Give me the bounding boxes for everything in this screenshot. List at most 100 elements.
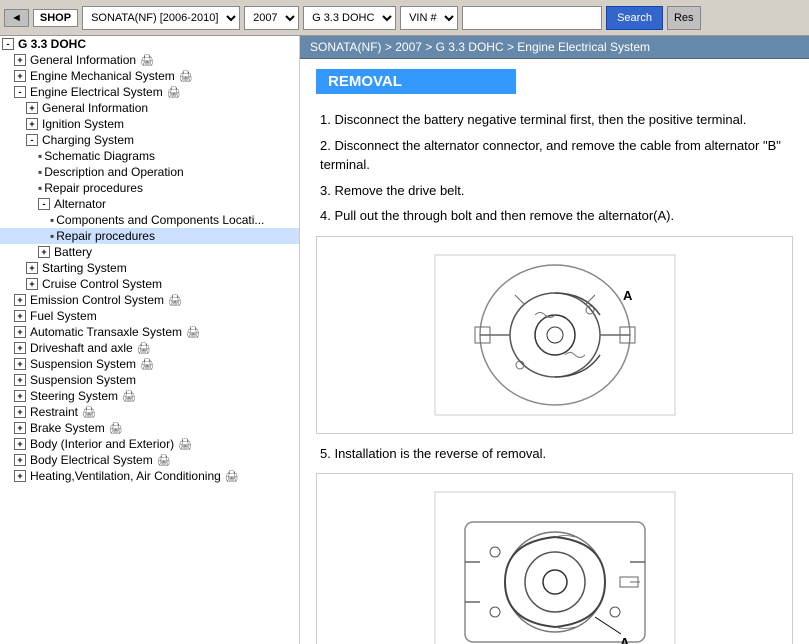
- label-ignition-system: Ignition System: [42, 117, 124, 131]
- printer-icon-suspension1[interactable]: 🖨: [140, 358, 154, 371]
- step-4: 4. Pull out the through bolt and then re…: [316, 206, 793, 226]
- sidebar-item-description-operation[interactable]: ▪Description and Operation: [0, 164, 299, 180]
- sidebar-item-cruise-control[interactable]: + Cruise Control System: [0, 276, 299, 292]
- search-input[interactable]: [462, 6, 602, 30]
- toggle-cruise-control[interactable]: +: [26, 278, 38, 290]
- toggle-starting-system[interactable]: +: [26, 262, 38, 274]
- sidebar-item-emission-control[interactable]: + Emission Control System 🖨: [0, 292, 299, 308]
- sidebar-item-suspension1[interactable]: + Suspension System 🖨: [0, 356, 299, 372]
- sidebar-item-repair-procedures-alt[interactable]: ▪Repair procedures: [0, 228, 299, 244]
- step-2: 2. Disconnect the alternator connector, …: [316, 136, 793, 175]
- toggle-engine-electrical[interactable]: -: [14, 86, 26, 98]
- toggle-suspension2[interactable]: +: [14, 374, 26, 386]
- sidebar-item-suspension2[interactable]: + Suspension System: [0, 372, 299, 388]
- alternator-diagram-1: A: [425, 245, 685, 425]
- toggle-body[interactable]: +: [14, 438, 26, 450]
- toggle-alternator[interactable]: -: [38, 198, 50, 210]
- sidebar-item-body-electrical[interactable]: +Body Electrical System🖨: [0, 452, 299, 468]
- step-3: 3. Remove the drive belt.: [316, 181, 793, 201]
- label-cruise-control: Cruise Control System: [42, 277, 162, 291]
- printer-icon-driveshaft-axle[interactable]: 🖨: [137, 342, 151, 355]
- engine-select[interactable]: G 3.3 DOHC: [303, 6, 396, 30]
- sidebar-item-steering[interactable]: +Steering System🖨: [0, 388, 299, 404]
- label-suspension1: Suspension System: [30, 357, 136, 371]
- diagram-2: A KM046B24: [316, 473, 793, 644]
- content-body: REMOVAL 1. Disconnect the battery negati…: [300, 59, 809, 644]
- printer-icon-brake[interactable]: 🖨: [109, 422, 123, 435]
- toggle-brake[interactable]: +: [14, 422, 26, 434]
- sidebar-item-hvac[interactable]: + Heating,Ventilation, Air Conditioning 🖨: [0, 468, 299, 484]
- toolbar: ◄ SHOP SONATA(NF) [2006-2010] 2007 G 3.3…: [0, 0, 809, 36]
- toggle-driveshaft-axle[interactable]: +: [14, 342, 26, 354]
- year-select[interactable]: 2007: [244, 6, 299, 30]
- label-hvac: Heating,Ventilation, Air Conditioning: [30, 469, 221, 483]
- printer-icon-emission-control[interactable]: 🖨: [168, 294, 182, 307]
- sidebar-item-restraint[interactable]: + Restraint 🖨: [0, 404, 299, 420]
- printer-icon-auto-transaxle[interactable]: 🖨: [186, 326, 200, 339]
- label-repair-procedures-alt: Repair procedures: [56, 229, 155, 243]
- page-icon-components-location: ▪: [50, 213, 54, 227]
- back-button[interactable]: ◄: [4, 9, 29, 27]
- svg-text:A: A: [620, 635, 630, 644]
- content-area: SONATA(NF) > 2007 > G 3.3 DOHC > Engine …: [300, 36, 809, 644]
- root-toggle[interactable]: -: [2, 38, 14, 50]
- label-restraint: Restraint: [30, 405, 78, 419]
- toggle-general-info-top[interactable]: +: [14, 54, 26, 66]
- sidebar-item-auto-transaxle[interactable]: +Automatic Transaxle System🖨: [0, 324, 299, 340]
- root-label: G 3.3 DOHC: [18, 37, 86, 51]
- sidebar-item-starting-system[interactable]: +Starting System: [0, 260, 299, 276]
- printer-icon-engine-mechanical[interactable]: 🖨: [179, 70, 193, 83]
- printer-icon-restraint[interactable]: 🖨: [82, 406, 96, 419]
- toggle-charging-system[interactable]: -: [26, 134, 38, 146]
- label-emission-control: Emission Control System: [30, 293, 164, 307]
- label-repair-procedures-charging: Repair procedures: [44, 181, 143, 195]
- sidebar-item-general-info-sub[interactable]: + General Information: [0, 100, 299, 116]
- tree-root[interactable]: - G 3.3 DOHC: [0, 36, 299, 52]
- toggle-body-electrical[interactable]: +: [14, 454, 26, 466]
- toggle-emission-control[interactable]: +: [14, 294, 26, 306]
- sidebar-item-schematic-diagrams[interactable]: ▪Schematic Diagrams: [0, 148, 299, 164]
- label-general-info-sub: General Information: [42, 101, 148, 115]
- printer-icon-engine-electrical[interactable]: 🖨: [167, 86, 181, 99]
- sidebar-item-engine-electrical[interactable]: -Engine Electrical System🖨: [0, 84, 299, 100]
- sidebar-item-brake[interactable]: + Brake System 🖨: [0, 420, 299, 436]
- printer-icon-steering[interactable]: 🖨: [122, 390, 136, 403]
- toggle-steering[interactable]: +: [14, 390, 26, 402]
- printer-icon-hvac[interactable]: 🖨: [225, 470, 239, 483]
- toggle-hvac[interactable]: +: [14, 470, 26, 482]
- sidebar-item-charging-system[interactable]: -Charging System: [0, 132, 299, 148]
- sidebar-item-ignition-system[interactable]: + Ignition System: [0, 116, 299, 132]
- alternator-diagram-2: A KM046B24: [425, 482, 685, 644]
- sidebar-item-fuel-system[interactable]: +Fuel System: [0, 308, 299, 324]
- toggle-restraint[interactable]: +: [14, 406, 26, 418]
- model-select[interactable]: SONATA(NF) [2006-2010]: [82, 6, 240, 30]
- printer-icon-general-info-top[interactable]: 🖨: [140, 54, 154, 67]
- back-icon: ◄: [11, 12, 22, 24]
- sidebar-item-alternator[interactable]: -Alternator: [0, 196, 299, 212]
- toggle-auto-transaxle[interactable]: +: [14, 326, 26, 338]
- toggle-suspension1[interactable]: +: [14, 358, 26, 370]
- res-button[interactable]: Res: [667, 6, 701, 30]
- sidebar-item-battery[interactable]: +Battery: [0, 244, 299, 260]
- toggle-fuel-system[interactable]: +: [14, 310, 26, 322]
- sidebar-item-components-location[interactable]: ▪Components and Components Locati...: [0, 212, 299, 228]
- toggle-battery[interactable]: +: [38, 246, 50, 258]
- toggle-ignition-system[interactable]: +: [26, 118, 38, 130]
- toggle-general-info-sub[interactable]: +: [26, 102, 38, 114]
- sidebar-item-driveshaft-axle[interactable]: +Driveshaft and axle🖨: [0, 340, 299, 356]
- printer-icon-body-electrical[interactable]: 🖨: [157, 454, 171, 467]
- sidebar-item-general-info-top[interactable]: +General Information🖨: [0, 52, 299, 68]
- label-brake: Brake System: [30, 421, 105, 435]
- sidebar-item-body[interactable]: +Body (Interior and Exterior)🖨: [0, 436, 299, 452]
- label-suspension2: Suspension System: [30, 373, 136, 387]
- toggle-engine-mechanical[interactable]: +: [14, 70, 26, 82]
- sidebar-item-engine-mechanical[interactable]: +Engine Mechanical System🖨: [0, 68, 299, 84]
- sidebar-item-repair-procedures-charging[interactable]: ▪Repair procedures: [0, 180, 299, 196]
- label-alternator: Alternator: [54, 197, 106, 211]
- vin-select[interactable]: VIN #: [400, 6, 458, 30]
- page-icon-description-operation: ▪: [38, 165, 42, 179]
- page-icon-schematic-diagrams: ▪: [38, 149, 42, 163]
- label-components-location: Components and Components Locati...: [56, 213, 264, 227]
- printer-icon-body[interactable]: 🖨: [178, 438, 192, 451]
- search-button[interactable]: Search: [606, 6, 663, 30]
